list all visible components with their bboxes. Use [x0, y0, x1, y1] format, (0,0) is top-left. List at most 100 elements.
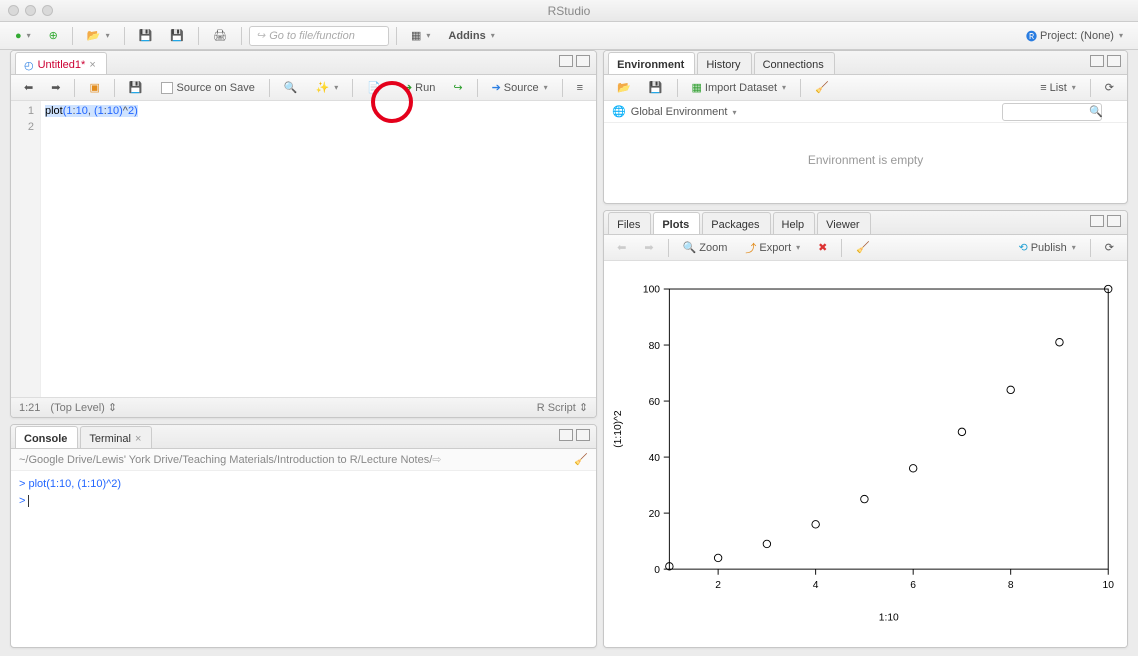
maximize-pane-icon[interactable] [576, 429, 590, 441]
tab-plots-label: Plots [662, 219, 689, 231]
svg-text:20: 20 [649, 509, 661, 520]
env-list-view-button[interactable]: ≡ List▾ [1033, 78, 1083, 98]
maximize-pane-icon[interactable] [1107, 215, 1121, 227]
compile-report-button[interactable]: 📄 [360, 78, 388, 98]
tab-environment[interactable]: Environment [608, 52, 695, 74]
addins-button[interactable]: Addins▾ [441, 26, 501, 46]
load-workspace-button[interactable]: 📂 [610, 78, 638, 98]
forward-button[interactable]: ➡ [44, 78, 67, 98]
env-search[interactable]: 🔍 [1002, 103, 1119, 121]
svg-text:2: 2 [715, 580, 721, 591]
clear-plots-button[interactable]: 🧹 [849, 238, 877, 258]
svg-text:60: 60 [649, 397, 661, 408]
zoom-label: Zoom [699, 242, 727, 254]
scope-indicator[interactable]: (Top Level) ⇕ [50, 401, 117, 414]
tab-viewer-label: Viewer [826, 219, 859, 231]
console-tabstrip: Console Terminal × [11, 425, 596, 449]
minimize-pane-icon[interactable] [1090, 55, 1104, 67]
refresh-env-button[interactable]: ⟳ [1098, 78, 1121, 98]
close-tab-icon[interactable]: × [135, 433, 141, 445]
separator [1090, 79, 1091, 97]
save-source-button[interactable]: 💾 [122, 78, 150, 98]
tab-connections[interactable]: Connections [754, 52, 835, 74]
tab-console-label: Console [24, 433, 67, 445]
project-menu[interactable]: 🅡Project: (None)▾ [1019, 26, 1130, 46]
outline-button[interactable]: ≡ [570, 78, 590, 98]
plot-prev-button[interactable]: ⬅ [610, 238, 633, 258]
project-label: Project: (None) [1040, 30, 1114, 42]
clear-env-button[interactable]: 🧹 [808, 78, 836, 98]
show-in-new-window-button[interactable]: ▣ [82, 78, 106, 98]
publish-button[interactable]: ⟲Publish▾ [1011, 238, 1082, 258]
separator [74, 79, 75, 97]
tab-history[interactable]: History [697, 52, 751, 74]
source-button[interactable]: ➔Source▾ [485, 78, 555, 98]
new-file-button[interactable]: ●▾ [8, 26, 38, 46]
new-project-button[interactable]: ⊕ [42, 26, 65, 46]
print-button[interactable]: 🖨 [206, 26, 234, 46]
tab-viewer[interactable]: Viewer [817, 212, 870, 234]
maximize-pane-icon[interactable] [1107, 55, 1121, 67]
separator [841, 239, 842, 257]
separator [677, 79, 678, 97]
search-icon: 🔍 [1089, 106, 1103, 118]
maximize-pane-icon[interactable] [576, 55, 590, 67]
tab-files[interactable]: Files [608, 212, 651, 234]
tab-plots[interactable]: Plots [653, 212, 700, 234]
tab-terminal[interactable]: Terminal × [80, 426, 152, 448]
tab-files-label: Files [617, 219, 640, 231]
environment-pane: Environment History Connections 📂 💾 ▦Imp… [603, 50, 1128, 204]
traffic-lights [8, 5, 53, 16]
refresh-plot-button[interactable]: ⟳ [1098, 238, 1121, 258]
env-empty-message: Environment is empty [604, 123, 1127, 203]
minimize-window-icon[interactable] [25, 5, 36, 16]
tab-terminal-label: Terminal [89, 433, 131, 445]
close-tab-icon[interactable]: × [89, 59, 95, 71]
minimize-pane-icon[interactable] [559, 429, 573, 441]
remove-plot-button[interactable]: ✖ [811, 238, 834, 258]
separator [114, 79, 115, 97]
env-toolbar: 📂 💾 ▦Import Dataset▾ 🧹 ≡ List▾ ⟳ [604, 75, 1127, 101]
source-tab-untitled1[interactable]: ◴ Untitled1* × [15, 52, 107, 74]
svg-text:10: 10 [1103, 580, 1115, 591]
export-button[interactable]: ⤴Export▾ [738, 238, 807, 258]
clear-console-icon[interactable]: 🧹 [574, 453, 588, 466]
import-dataset-button[interactable]: ▦Import Dataset▾ [685, 78, 794, 98]
source-on-save-label: Source on Save [177, 82, 255, 94]
plot-next-button[interactable]: ➡ [637, 238, 660, 258]
language-indicator[interactable]: R Script ⇕ [537, 401, 588, 414]
goto-file-placeholder: Go to file/function [269, 30, 355, 42]
minimize-pane-icon[interactable] [1090, 215, 1104, 227]
env-search-input[interactable] [1002, 103, 1102, 121]
env-scope-label[interactable]: Global Environment ▾ [631, 106, 737, 118]
tab-packages[interactable]: Packages [702, 212, 770, 234]
grid-button[interactable]: ▦▾ [404, 26, 437, 46]
goto-file-input[interactable]: ↪ Go to file/function [249, 26, 389, 46]
close-window-icon[interactable] [8, 5, 19, 16]
tab-help[interactable]: Help [773, 212, 816, 234]
line-gutter: 12 [11, 101, 41, 397]
tab-console[interactable]: Console [15, 426, 78, 448]
zoom-button[interactable]: 🔍Zoom [676, 238, 735, 258]
console-output[interactable]: > plot(1:10, (1:10)^2) > [11, 471, 596, 647]
save-workspace-button[interactable]: 💾 [642, 78, 670, 98]
minimize-pane-icon[interactable] [559, 55, 573, 67]
code-editor[interactable]: 12 plot(1:10, (1:10)^2) [11, 101, 596, 397]
r-script-icon: ◴ [24, 59, 34, 72]
cursor-position: 1:21 [19, 402, 40, 414]
tab-environment-label: Environment [617, 59, 684, 71]
separator [1090, 239, 1091, 257]
save-button[interactable]: 💾 [132, 26, 160, 46]
rerun-button[interactable]: ↪ [446, 78, 469, 98]
separator [477, 79, 478, 97]
wand-button[interactable]: ✨▾ [309, 78, 346, 98]
find-button[interactable]: 🔍 [277, 78, 305, 98]
back-button[interactable]: ⬅ [17, 78, 40, 98]
run-button[interactable]: ➔Run [396, 78, 442, 98]
plots-toolbar: ⬅ ➡ 🔍Zoom ⤴Export▾ ✖ 🧹 ⟲Publish▾ ⟳ [604, 235, 1127, 261]
plots-tabstrip: Files Plots Packages Help Viewer [604, 211, 1127, 235]
maximize-window-icon[interactable] [42, 5, 53, 16]
open-file-button[interactable]: 📂▾ [80, 26, 117, 46]
source-on-save-checkbox[interactable]: Source on Save [154, 78, 262, 98]
save-all-button[interactable]: 💾 [163, 26, 191, 46]
